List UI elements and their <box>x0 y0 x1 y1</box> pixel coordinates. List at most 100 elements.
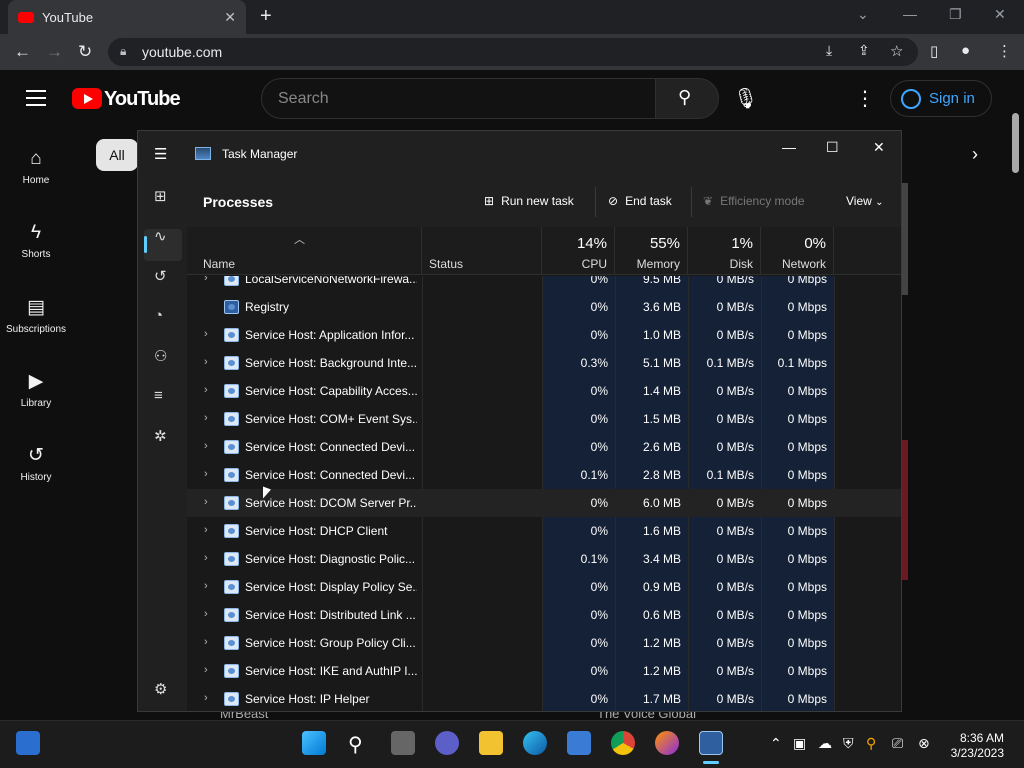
table-row[interactable]: › Service Host: Application Infor... 0% 1.0… <box>187 321 901 349</box>
chevron-right-icon[interactable]: › <box>204 328 208 340</box>
table-row[interactable]: › Service Host: DHCP Client 0% 1.6 MB 0 MB/s… <box>187 517 901 545</box>
performance-icon[interactable]: ∿ <box>154 227 167 245</box>
taskbar-search-icon[interactable]: ⚲ <box>348 732 363 757</box>
chevron-right-icon[interactable]: › <box>204 552 208 564</box>
browser-menu-icon[interactable]: ⋮ <box>997 42 1012 60</box>
column-header-memory[interactable]: 55% Memory <box>615 227 688 275</box>
volume-muted-icon[interactable]: ⊗ <box>918 735 930 752</box>
sidebar-item-home[interactable]: ⌂ Home <box>0 148 72 186</box>
install-app-icon[interactable]: ⤓ <box>826 42 832 59</box>
show-hidden-icons-chevron-up-icon[interactable]: ⌃ <box>770 735 782 752</box>
chevron-right-icon[interactable]: › <box>204 412 208 424</box>
youtube-menu-icon[interactable] <box>26 90 46 106</box>
youtube-search-input[interactable]: Search <box>261 78 656 119</box>
file-explorer-icon[interactable] <box>479 731 503 755</box>
sidebar-item-library[interactable]: ▶ Library <box>0 370 72 409</box>
sidebar-item-history[interactable]: ↺ History <box>0 444 72 483</box>
table-row[interactable]: › Service Host: Background Inte... 0.3% 5.1… <box>187 349 901 377</box>
new-tab-button[interactable]: + <box>260 5 272 28</box>
table-row[interactable]: › Service Host: DCOM Server Pr... 0% 6.0 MB… <box>187 489 901 517</box>
efficiency-mode-button[interactable]: ❦ Efficiency mode <box>703 194 805 208</box>
startup-apps-icon[interactable]: ◔ <box>154 307 163 324</box>
app-history-icon[interactable]: ↺ <box>154 267 167 285</box>
sidebar-item-shorts[interactable]: ϟ Shorts <box>0 222 72 260</box>
profile-icon[interactable]: ● <box>961 42 970 59</box>
close-window-button[interactable]: ✕ <box>994 6 1006 23</box>
chevron-right-icon[interactable]: › <box>204 608 208 620</box>
minimize-window-button[interactable]: — <box>903 6 917 22</box>
task-manager-taskbar-icon[interactable] <box>699 731 723 755</box>
chat-icon[interactable] <box>435 731 459 755</box>
youtube-more-icon[interactable]: ⋮ <box>855 86 875 111</box>
table-row[interactable]: › Service Host: Capability Acces... 0% 1.4 … <box>187 377 901 405</box>
chevron-right-icon[interactable]: › <box>204 636 208 648</box>
chevron-right-icon[interactable]: › <box>204 384 208 396</box>
video-thumbnail-edge[interactable] <box>902 440 908 580</box>
onedrive-icon[interactable]: ☁ <box>818 735 832 752</box>
table-row[interactable]: › Service Host: Distributed Link ... 0% 0.6… <box>187 601 901 629</box>
address-bar[interactable]: youtube.com <box>108 38 918 66</box>
chevron-right-icon[interactable]: › <box>204 496 208 508</box>
chrome-icon[interactable] <box>611 731 635 755</box>
microphone-icon[interactable]: 🎙︎ <box>733 86 758 111</box>
tab-search-icon[interactable]: ⌄ <box>857 6 869 23</box>
tm-close-button[interactable]: ✕ <box>873 139 885 156</box>
microsoft-store-icon[interactable] <box>567 731 591 755</box>
restore-window-button[interactable]: ❐ <box>949 6 962 23</box>
table-row[interactable]: › Service Host: Group Policy Cli... 0% 1.2 … <box>187 629 901 657</box>
column-header-disk[interactable]: 1% Disk <box>688 227 761 275</box>
side-panel-icon[interactable]: ▯ <box>930 42 938 60</box>
users-icon[interactable]: ⚇ <box>154 347 167 365</box>
reload-icon[interactable]: ↻ <box>78 42 92 62</box>
run-new-task-button[interactable]: ⊞ Run new task <box>484 194 574 208</box>
chevron-right-icon[interactable]: › <box>204 440 208 452</box>
column-header-name[interactable]: Name <box>187 227 422 275</box>
details-icon[interactable]: ≡ <box>154 387 163 404</box>
bookmark-star-icon[interactable]: ☆ <box>890 42 903 60</box>
chevron-right-icon[interactable]: › <box>204 664 208 676</box>
chevron-right-icon[interactable]: › <box>204 468 208 480</box>
widgets-icon[interactable] <box>16 731 40 755</box>
sidebar-item-subscriptions[interactable]: ▤ Subscriptions <box>0 296 72 335</box>
teams-tray-icon[interactable]: ▣ <box>793 735 806 752</box>
page-scrollbar[interactable] <box>1012 113 1019 173</box>
table-row[interactable]: › Service Host: Diagnostic Polic... 0.1% 3.… <box>187 545 901 573</box>
column-header-status[interactable]: Status <box>422 227 542 275</box>
edge-browser-icon[interactable] <box>523 731 547 755</box>
back-arrow-icon[interactable]: ← <box>14 42 31 62</box>
windows-start-icon[interactable] <box>302 731 326 755</box>
table-row[interactable]: › Service Host: IKE and AuthIP I... 0% 1.2 … <box>187 657 901 685</box>
lock-icon[interactable]: 🔒︎ <box>120 44 126 59</box>
search-tray-icon[interactable]: ⚲ <box>866 735 876 752</box>
column-header-cpu[interactable]: 14% CPU <box>542 227 615 275</box>
firefox-icon[interactable] <box>655 731 679 755</box>
table-row[interactable]: › Service Host: COM+ Event Sys... 0% 1.5 MB… <box>187 405 901 433</box>
end-task-button[interactable]: ⊘ End task <box>608 194 672 208</box>
table-row[interactable]: › LocalServiceNoNetworkFirewa... 0% 9.5 MB 0… <box>187 276 901 293</box>
table-row[interactable]: › Service Host: Display Policy Se... 0% 0.9… <box>187 573 901 601</box>
view-dropdown[interactable]: View ⌄ <box>846 194 884 208</box>
services-icon[interactable]: ✲ <box>154 427 167 445</box>
table-row[interactable]: › Service Host: Connected Devi... 0.1% 2.8 … <box>187 461 901 489</box>
chevron-right-icon[interactable]: › <box>204 356 208 368</box>
settings-gear-icon[interactable]: ⚙ <box>154 680 167 698</box>
processes-icon[interactable]: ⊞ <box>154 187 167 205</box>
youtube-search-button[interactable]: ⚲ <box>655 78 719 119</box>
task-view-icon[interactable] <box>391 731 415 755</box>
chevron-right-icon[interactable]: › <box>204 524 208 536</box>
table-row[interactable]: › Service Host: Connected Devi... 0% 2.6 MB… <box>187 433 901 461</box>
close-tab-icon[interactable]: ✕ <box>224 9 236 26</box>
chevron-right-icon[interactable]: › <box>204 580 208 592</box>
chevron-right-icon[interactable]: › <box>204 692 208 704</box>
chevron-right-icon[interactable]: › <box>204 276 208 284</box>
column-header-network[interactable]: 0% Network <box>761 227 834 275</box>
table-row[interactable]: › Service Host: IP Helper 0% 1.7 MB 0 MB/s 0 … <box>187 685 901 711</box>
chevron-right-icon[interactable]: › <box>972 144 978 165</box>
video-thumbnail-edge[interactable] <box>902 183 908 295</box>
table-row[interactable]: Registry 0% 3.6 MB 0 MB/s 0 Mbps <box>187 293 901 321</box>
browser-tab-youtube[interactable]: YouTube ✕ <box>8 0 246 34</box>
network-icon[interactable]: ⎚ <box>892 735 903 752</box>
tm-minimize-button[interactable]: — <box>782 139 796 155</box>
sign-in-button[interactable]: Sign in <box>890 80 992 117</box>
tm-maximize-button[interactable]: ☐ <box>826 139 839 156</box>
